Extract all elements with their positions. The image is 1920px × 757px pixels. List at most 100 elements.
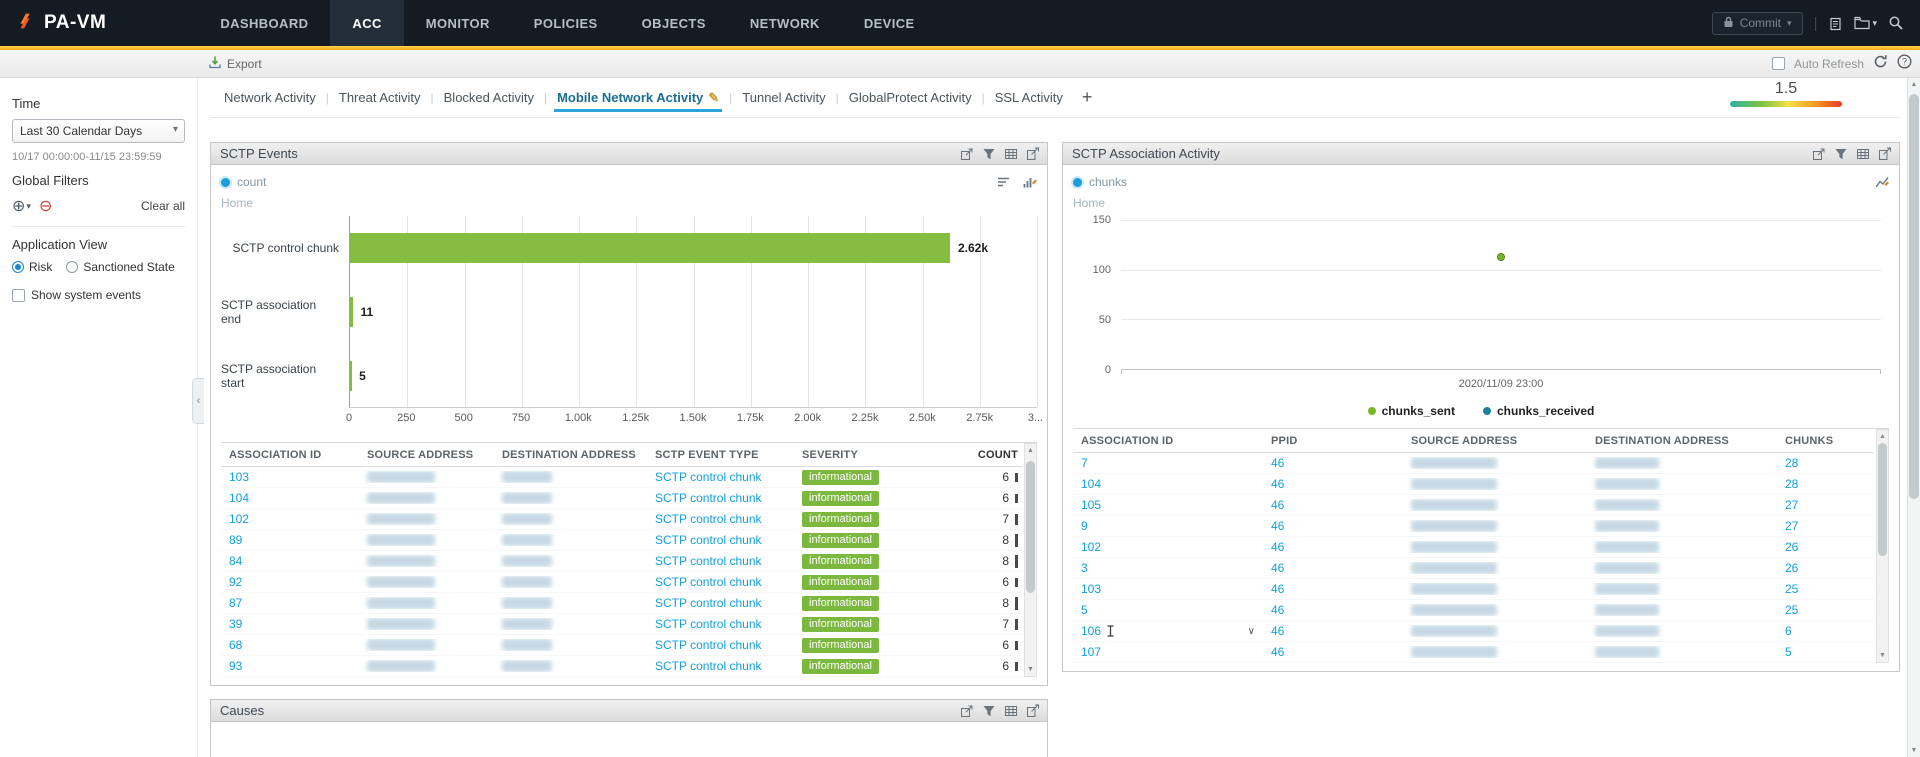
column-header-source-address[interactable]: SOURCE ADDRESS xyxy=(1403,435,1587,447)
column-header-source-address[interactable]: SOURCE ADDRESS xyxy=(359,449,494,461)
tab-globalprotect-activity[interactable]: GlobalProtect Activity xyxy=(839,78,982,118)
maximize-icon[interactable] xyxy=(960,704,974,718)
chunks-value[interactable]: 5 xyxy=(1785,645,1792,659)
data-point-chunks-sent[interactable] xyxy=(1497,253,1505,261)
filter-icon[interactable] xyxy=(1834,147,1848,161)
nav-item-dashboard[interactable]: DASHBOARD xyxy=(198,0,330,46)
ppid-link[interactable]: 46 xyxy=(1271,540,1284,554)
column-header-destination-address[interactable]: DESTINATION ADDRESS xyxy=(1587,435,1777,447)
chevron-down-icon[interactable]: ∨ xyxy=(1248,626,1255,637)
sctp-event-type-link[interactable]: SCTP control chunk xyxy=(655,617,762,631)
association-id-link[interactable]: 93 xyxy=(229,659,242,673)
column-header-severity[interactable]: SEVERITY xyxy=(794,449,930,461)
nav-item-monitor[interactable]: MONITOR xyxy=(404,0,512,46)
ppid-link[interactable]: 46 xyxy=(1271,477,1284,491)
table-icon[interactable] xyxy=(1856,147,1870,161)
ppid-link[interactable]: 46 xyxy=(1271,624,1284,638)
chartedit-icon[interactable] xyxy=(1023,175,1037,189)
sctp-event-type-link[interactable]: SCTP control chunk xyxy=(655,470,762,484)
nav-item-acc[interactable]: ACC xyxy=(330,0,403,46)
scroll-down-icon[interactable]: ▼ xyxy=(1877,649,1888,662)
association-id-link[interactable]: 7 xyxy=(1081,456,1088,470)
search-icon[interactable] xyxy=(1888,15,1904,31)
sctp-event-type-link[interactable]: SCTP control chunk xyxy=(655,596,762,610)
clear-all-button[interactable]: Clear all xyxy=(141,199,185,213)
chunks-value[interactable]: 27 xyxy=(1785,498,1798,512)
breadcrumb[interactable]: Home xyxy=(221,196,253,210)
main-scrollbar[interactable]: ▲ ▼ xyxy=(1907,78,1920,757)
association-id-link[interactable]: 102 xyxy=(1081,540,1101,554)
time-range-select[interactable]: Last 30 Calendar Days ▾ xyxy=(12,119,185,143)
ppid-link[interactable]: 46 xyxy=(1271,561,1284,575)
tab-mobile-network-activity[interactable]: Mobile Network Activity✎ xyxy=(547,78,729,118)
sctp-event-type-link[interactable]: SCTP control chunk xyxy=(655,491,762,505)
ppid-link[interactable]: 46 xyxy=(1271,645,1284,659)
column-header-sctp-event-type[interactable]: SCTP EVENT TYPE xyxy=(647,449,794,461)
column-header-count[interactable]: COUNT xyxy=(930,449,1022,461)
maximize-icon[interactable] xyxy=(1812,147,1826,161)
scrollbar-thumb[interactable] xyxy=(1909,94,1919,499)
ppid-link[interactable]: 46 xyxy=(1271,519,1284,533)
chunks-value[interactable]: 6 xyxy=(1785,624,1792,638)
association-id-link[interactable]: 84 xyxy=(229,554,242,568)
scrollbar-track[interactable] xyxy=(1908,91,1920,744)
maximize-icon[interactable] xyxy=(960,147,974,161)
scroll-down-icon[interactable]: ▼ xyxy=(1025,663,1036,676)
scroll-down-icon[interactable]: ▼ xyxy=(1908,744,1920,757)
tab-threat-activity[interactable]: Threat Activity xyxy=(329,78,431,118)
export-icon[interactable] xyxy=(1026,147,1040,161)
table-scrollbar[interactable]: ▲ ▼ xyxy=(1876,429,1889,663)
ppid-link[interactable]: 46 xyxy=(1271,603,1284,617)
ppid-link[interactable]: 46 xyxy=(1271,498,1284,512)
association-id-link[interactable]: 39 xyxy=(229,617,242,631)
chunks-value[interactable]: 26 xyxy=(1785,561,1798,575)
tasks-icon[interactable] xyxy=(1828,16,1843,31)
bar-sctp-control-chunk[interactable] xyxy=(350,233,950,263)
association-id-link[interactable]: 106 xyxy=(1081,624,1101,638)
sctp-event-type-link[interactable]: SCTP control chunk xyxy=(655,554,762,568)
refresh-icon[interactable] xyxy=(1873,54,1888,74)
config-save-icon[interactable]: ▾ xyxy=(1854,16,1877,30)
table-icon[interactable] xyxy=(1004,704,1018,718)
nav-item-objects[interactable]: OBJECTS xyxy=(620,0,728,46)
tab-network-activity[interactable]: Network Activity xyxy=(214,78,326,118)
association-id-link[interactable]: 87 xyxy=(229,596,242,610)
nav-item-network[interactable]: NETWORK xyxy=(728,0,842,46)
help-icon[interactable]: ? xyxy=(1897,54,1912,74)
ppid-link[interactable]: 46 xyxy=(1271,456,1284,470)
show-system-events-checkbox[interactable]: Show system events xyxy=(12,288,185,302)
sidebar-collapse-handle[interactable]: ‹ xyxy=(192,378,204,424)
auto-refresh-checkbox[interactable] xyxy=(1772,57,1785,70)
nav-item-policies[interactable]: POLICIES xyxy=(512,0,620,46)
tab-blocked-activity[interactable]: Blocked Activity xyxy=(434,78,544,118)
filter-icon[interactable] xyxy=(982,147,996,161)
scrollbar-track[interactable] xyxy=(1877,443,1888,649)
scrollbar-thumb[interactable] xyxy=(1878,443,1887,556)
association-id-link[interactable]: 103 xyxy=(229,470,249,484)
breadcrumb[interactable]: Home xyxy=(1073,196,1105,210)
chunks-value[interactable]: 26 xyxy=(1785,540,1798,554)
add-tab-button[interactable]: + xyxy=(1073,87,1102,108)
sctp-event-type-link[interactable]: SCTP control chunk xyxy=(655,659,762,673)
association-id-link[interactable]: 102 xyxy=(229,512,249,526)
sctp-event-type-link[interactable]: SCTP control chunk xyxy=(655,533,762,547)
risk-radio[interactable]: Risk xyxy=(12,260,52,274)
association-id-link[interactable]: 89 xyxy=(229,533,242,547)
sort-icon[interactable] xyxy=(997,175,1011,189)
table-scrollbar[interactable]: ▲ ▼ xyxy=(1024,443,1037,677)
tab-ssl-activity[interactable]: SSL Activity xyxy=(985,78,1073,118)
association-id-link[interactable]: 68 xyxy=(229,638,242,652)
linechart-icon[interactable] xyxy=(1875,175,1889,189)
chunks-value[interactable]: 28 xyxy=(1785,456,1798,470)
chunks-value[interactable]: 28 xyxy=(1785,477,1798,491)
ppid-link[interactable]: 46 xyxy=(1271,582,1284,596)
scrollbar-thumb[interactable] xyxy=(1026,461,1035,593)
chunks-value[interactable]: 27 xyxy=(1785,519,1798,533)
edit-tab-icon[interactable]: ✎ xyxy=(708,90,719,106)
filter-icon[interactable] xyxy=(982,704,996,718)
association-id-link[interactable]: 104 xyxy=(1081,477,1101,491)
association-id-link[interactable]: 92 xyxy=(229,575,242,589)
association-id-link[interactable]: 3 xyxy=(1081,561,1088,575)
column-header-association-id[interactable]: ASSOCIATION ID xyxy=(1073,435,1263,447)
association-id-link[interactable]: 5 xyxy=(1081,603,1088,617)
